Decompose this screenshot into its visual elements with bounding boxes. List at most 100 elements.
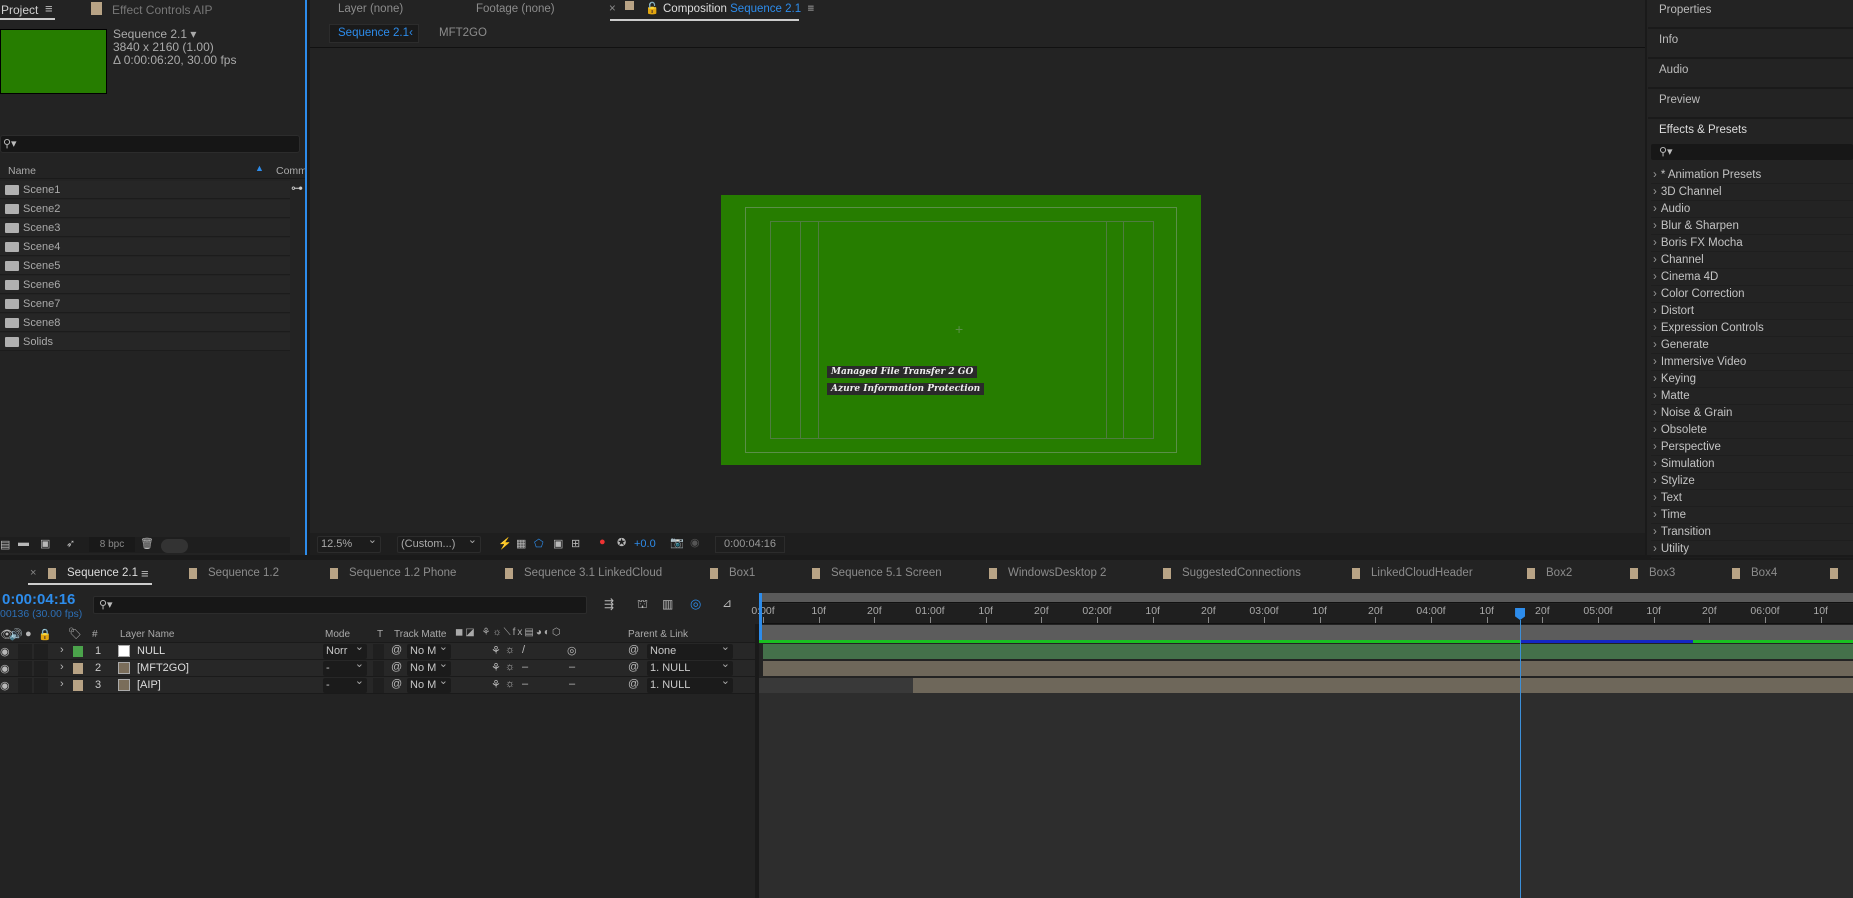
effect-category[interactable]: › Generate <box>1651 337 1853 354</box>
current-time[interactable]: 0:00:04:16 <box>2 591 75 608</box>
layer-name[interactable]: NULL <box>137 645 165 657</box>
new-folder-icon[interactable]: ▬ <box>18 537 29 549</box>
layer-duration-bar[interactable] <box>913 678 1853 693</box>
col-comment[interactable]: Comme <box>276 165 305 177</box>
effect-category[interactable]: › Keying <box>1651 371 1853 388</box>
tab-timeline[interactable]: Box1 <box>729 567 755 579</box>
layer-duration-bar[interactable] <box>763 644 1853 659</box>
solo-icon[interactable]: ● <box>25 628 32 640</box>
eye-icon[interactable]: ◉ <box>0 679 10 692</box>
tab-project[interactable]: Project <box>1 3 38 17</box>
tab-timeline[interactable]: Sequence 1.2 <box>208 567 279 579</box>
effect-category[interactable]: › Matte <box>1651 388 1853 405</box>
new-composition-icon[interactable]: ▣ <box>40 537 50 550</box>
mode-dropdown[interactable]: - <box>323 674 367 693</box>
parent-pickwhip-icon[interactable]: @ <box>628 678 639 690</box>
effect-category[interactable]: › Distort <box>1651 303 1853 320</box>
project-item[interactable]: Solids <box>0 333 290 351</box>
project-item[interactable]: Scene4 <box>0 238 290 256</box>
sort-ascending-icon[interactable]: ▲ <box>255 163 264 173</box>
close-tab-icon[interactable]: × <box>30 567 36 579</box>
tab-timeline[interactable]: Box3 <box>1649 567 1675 579</box>
track-matte-dropdown[interactable]: No M <box>407 674 451 693</box>
parent-pickwhip-icon[interactable]: @ <box>628 661 639 673</box>
col-layer-name[interactable]: Layer Name <box>120 629 174 640</box>
effect-category[interactable]: › Channel <box>1651 252 1853 269</box>
tab-timeline[interactable]: Sequence 1.2 Phone <box>349 567 456 579</box>
tab-effect-controls[interactable]: Effect Controls AIP <box>112 3 213 17</box>
effect-category[interactable]: › Text <box>1651 490 1853 507</box>
effect-category[interactable]: › Audio <box>1651 201 1853 218</box>
effect-category[interactable]: › Color Correction <box>1651 286 1853 303</box>
layer-row[interactable]: ◉ › 1 NULL Norr @ No M ⚘ ☼ / ◎ @ None <box>0 640 755 660</box>
resolution-dropdown[interactable]: (Custom...) <box>397 533 481 553</box>
panel-section-info[interactable]: Info <box>1648 30 1853 59</box>
label-color[interactable] <box>73 646 83 657</box>
frame-blending-icon[interactable]: ▥ <box>662 597 673 611</box>
col-name[interactable]: Name <box>8 165 36 177</box>
layer-row[interactable]: ◉ › 2 [MFT2GO] - @ No M ⚘ ☼ – – @ 1. NUL… <box>0 657 755 677</box>
overlay-text-2[interactable]: Azure Information Protection <box>827 383 985 395</box>
effect-category[interactable]: › Expression Controls <box>1651 320 1853 337</box>
project-item[interactable]: Scene1 <box>0 181 290 199</box>
motion-blur-icon[interactable]: ◎ <box>690 596 701 612</box>
snapshot-icon[interactable]: 📷 <box>670 536 684 549</box>
lock-icon[interactable]: 🔒 <box>38 628 52 641</box>
effect-category[interactable]: › Perspective <box>1651 439 1853 456</box>
layer-duration-bar[interactable] <box>763 661 1853 676</box>
project-item[interactable]: Scene2 <box>0 200 290 218</box>
effect-category[interactable]: › Cinema 4D <box>1651 269 1853 286</box>
track-matte-pickwhip-icon[interactable]: @ <box>391 678 402 690</box>
tab-timeline[interactable]: Sequence 2.1 <box>67 567 138 579</box>
selected-item-name[interactable]: Sequence 2.1 ▾ <box>113 27 196 41</box>
parent-dropdown[interactable]: 1. NULL <box>647 674 733 693</box>
audio-switch-icon[interactable]: 🔊 <box>9 628 23 641</box>
panel-menu-icon[interactable]: ≡ <box>45 1 53 16</box>
effect-category[interactable]: › Stylize <box>1651 473 1853 490</box>
thumbnail-size-slider[interactable] <box>161 539 188 553</box>
shy-switch-icon[interactable]: ⚘ <box>491 661 501 674</box>
comp-flowchart-icon[interactable]: ⇶ <box>604 597 614 611</box>
show-snapshot-icon[interactable]: ◉ <box>690 536 700 549</box>
effect-category[interactable]: › Immersive Video <box>1651 354 1853 371</box>
tab-timeline[interactable]: Box4 <box>1751 567 1777 579</box>
eye-icon[interactable]: ◉ <box>0 645 10 658</box>
shy-switch-icon[interactable]: ⚘ <box>491 644 501 657</box>
current-time-display[interactable]: 0:00:04:16 <box>715 536 785 553</box>
region-of-interest-icon[interactable]: ▣ <box>553 537 563 550</box>
project-item[interactable]: Scene6 <box>0 276 290 294</box>
fast-preview-icon[interactable]: ⚡ <box>498 537 512 550</box>
effect-category[interactable]: › Obsolete <box>1651 422 1853 439</box>
chevron-right-icon[interactable]: › <box>60 661 64 673</box>
effect-category[interactable]: › Blur & Sharpen <box>1651 218 1853 235</box>
interpret-footage-icon[interactable]: ▤ <box>0 538 10 551</box>
collapse-switch-icon[interactable]: ☼ <box>505 661 515 673</box>
composition-canvas[interactable]: + Managed File Transfer 2 GO Azure Infor… <box>721 195 1201 465</box>
effect-category[interactable]: › Transition <box>1651 524 1853 541</box>
overlay-text-1[interactable]: Managed File Transfer 2 GO <box>827 366 978 378</box>
effect-category[interactable]: › * Animation Presets <box>1651 167 1853 184</box>
time-navigator[interactable] <box>759 593 1853 603</box>
tab-timeline[interactable]: Sequence 5.1 Screen <box>831 567 942 579</box>
tab-timeline[interactable]: WindowsDesktop 2 <box>1008 567 1106 579</box>
channel-icon[interactable]: ● <box>599 536 606 548</box>
tab-timeline[interactable]: Box2 <box>1546 567 1572 579</box>
render-queue-icon[interactable]: ➶ <box>66 537 75 550</box>
panel-section-audio[interactable]: Audio <box>1648 60 1853 89</box>
track-matte-pickwhip-icon[interactable]: @ <box>391 661 402 673</box>
quality-switch-icon[interactable]: – <box>522 678 528 690</box>
graph-editor-icon[interactable]: ⊿ <box>722 596 732 610</box>
exposure-reset-icon[interactable]: ✪ <box>617 536 626 549</box>
layer-name[interactable]: [AIP] <box>137 679 161 691</box>
trash-icon[interactable]: 🗑 <box>140 537 154 550</box>
effect-category[interactable]: › Boris FX Mocha <box>1651 235 1853 252</box>
breadcrumb-current[interactable]: Sequence 2.1 ‹ <box>329 24 419 43</box>
layer-name[interactable]: [MFT2GO] <box>137 662 189 674</box>
quality-switch-icon[interactable]: / <box>522 644 525 656</box>
motion-blur-switch-icon[interactable]: ◎ <box>567 644 577 657</box>
project-item[interactable]: Scene3 <box>0 219 290 237</box>
playhead-line[interactable] <box>1520 620 1522 898</box>
quality-switch-icon[interactable]: – <box>522 661 528 673</box>
lock-icon[interactable]: 🔓 <box>645 1 659 15</box>
mask-visibility-icon[interactable]: ⬠ <box>534 537 544 550</box>
